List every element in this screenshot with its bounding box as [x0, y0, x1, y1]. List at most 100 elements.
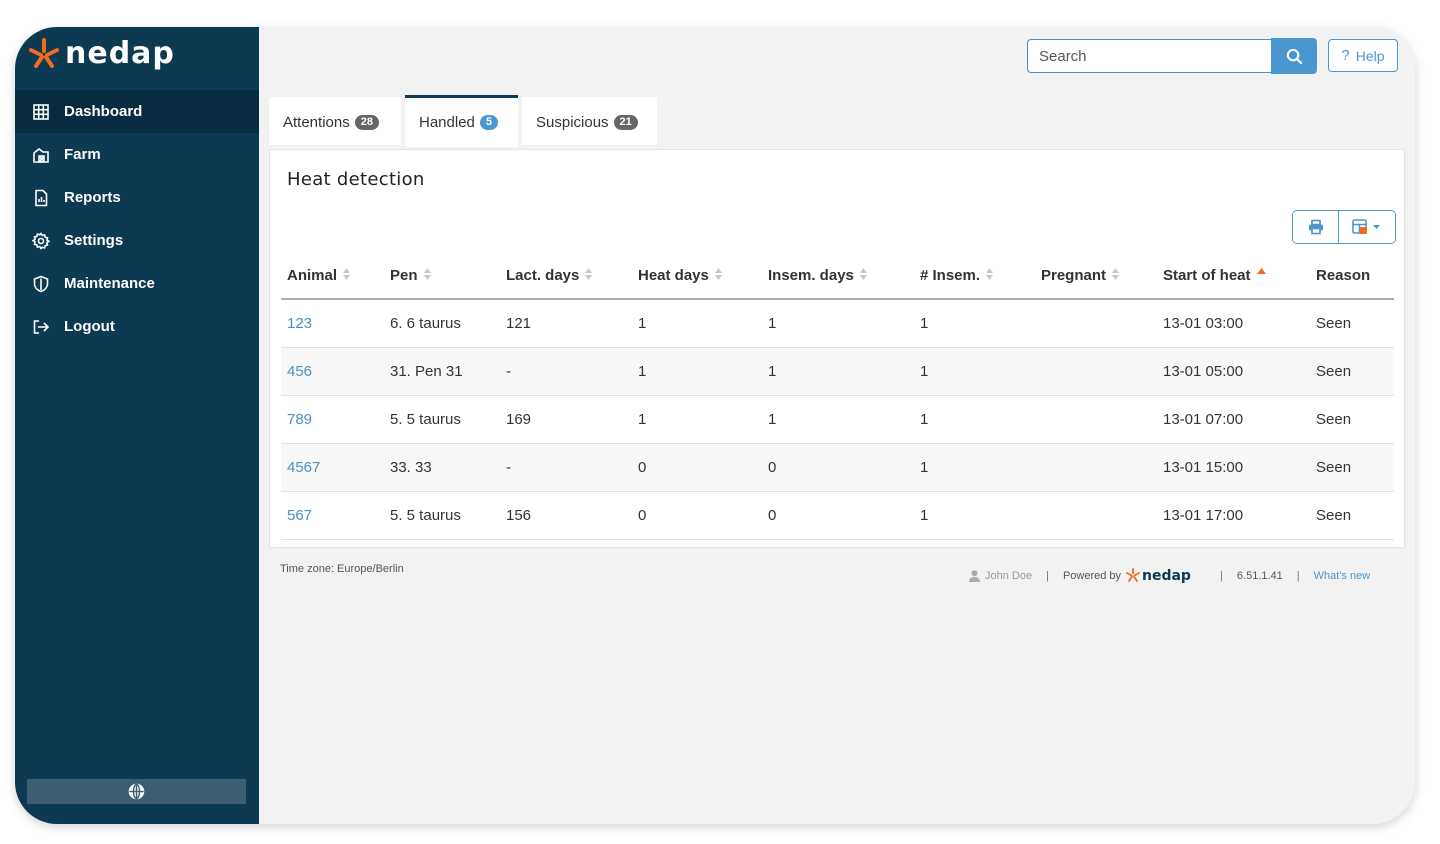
- user-info[interactable]: John Doe: [969, 570, 1032, 582]
- print-button[interactable]: [1293, 211, 1338, 243]
- cell-reason: Seen: [1310, 395, 1394, 444]
- sidebar-item-maintenance[interactable]: Maintenance: [15, 262, 259, 305]
- powered-by: Powered by nedap: [1063, 568, 1206, 584]
- cell-reason: Seen: [1310, 443, 1394, 492]
- sidebar-item-dashboard[interactable]: Dashboard: [15, 90, 259, 133]
- gear-icon: [32, 231, 50, 250]
- sidebar-item-farm[interactable]: Farm: [15, 133, 259, 176]
- table-tools: [1292, 210, 1396, 244]
- cell-heat-days: 1: [632, 347, 762, 396]
- whats-new-link[interactable]: What's new: [1314, 570, 1371, 582]
- cell-start-of-heat: 13-01 17:00: [1157, 491, 1310, 540]
- shield-icon: [32, 275, 50, 293]
- cell-insem-days: 0: [762, 491, 914, 540]
- tab-suspicious[interactable]: Suspicious 21: [522, 97, 657, 145]
- sort-icon: [986, 268, 994, 280]
- cell-insem-days: 1: [762, 395, 914, 444]
- help-label: Help: [1355, 47, 1385, 64]
- search-box: [1027, 38, 1317, 75]
- cell-pen: 33. 33: [384, 443, 500, 492]
- sidebar-item-label: Logout: [64, 318, 115, 335]
- cell-heat-days: 1: [632, 299, 762, 348]
- column-chooser-button[interactable]: [1338, 211, 1395, 243]
- barn-icon: [32, 146, 50, 164]
- separator: |: [1046, 570, 1049, 582]
- cell-pregnant: [1035, 299, 1157, 348]
- cell-pen: 5. 5 taurus: [384, 395, 500, 444]
- cell-pregnant: [1035, 491, 1157, 540]
- sidebar-item-settings[interactable]: Settings: [15, 219, 259, 262]
- animal-link[interactable]: 456: [287, 363, 312, 380]
- search-icon: [1286, 48, 1302, 64]
- help-button[interactable]: ? Help: [1328, 39, 1398, 72]
- sidebar-item-label: Maintenance: [64, 275, 155, 292]
- sort-icon: [1112, 268, 1120, 280]
- cell-start-of-heat: 13-01 03:00: [1157, 299, 1310, 348]
- cell-insem-count: 1: [914, 491, 1035, 540]
- cell-lact-days: -: [500, 347, 632, 396]
- sort-icon: [714, 268, 722, 280]
- column-header-pen[interactable]: Pen: [384, 253, 500, 300]
- tab-label: Attentions: [283, 114, 350, 131]
- heat-detection-panel: Heat detection Animal Pen Lact. days Hea…: [269, 149, 1405, 548]
- question-icon: ?: [1341, 47, 1350, 64]
- cell-lact-days: 156: [500, 491, 632, 540]
- column-header-insem-count[interactable]: # Insem.: [914, 253, 1035, 300]
- column-header-start-of-heat[interactable]: Start of heat: [1157, 253, 1310, 300]
- cell-pregnant: [1035, 443, 1157, 492]
- search-button[interactable]: [1271, 38, 1317, 74]
- cell-animal: 567: [281, 491, 384, 540]
- cell-reason: Seen: [1310, 491, 1394, 540]
- cell-animal: 4567: [281, 443, 384, 492]
- cell-reason: Seen: [1310, 347, 1394, 396]
- column-header-lact-days[interactable]: Lact. days: [500, 253, 632, 300]
- columns-dropdown-icon: [1352, 219, 1380, 234]
- sort-icon: [343, 268, 351, 280]
- sidebar-item-logout[interactable]: Logout: [15, 305, 259, 348]
- cell-insem-days: 0: [762, 443, 914, 492]
- cell-insem-count: 1: [914, 299, 1035, 348]
- svg-text:nedap: nedap: [65, 37, 175, 71]
- main-content: ? Help Attentions 28 Handled 5 Suspiciou…: [259, 27, 1415, 824]
- column-header-pregnant[interactable]: Pregnant: [1035, 253, 1157, 300]
- logo[interactable]: nedap: [15, 27, 259, 89]
- cell-heat-days: 0: [632, 443, 762, 492]
- tab-handled[interactable]: Handled 5: [405, 95, 518, 147]
- search-input[interactable]: [1027, 39, 1271, 73]
- tab-bar: Attentions 28 Handled 5 Suspicious 21: [269, 95, 661, 147]
- printer-icon: [1308, 219, 1323, 235]
- cell-heat-days: 1: [632, 395, 762, 444]
- user-name: John Doe: [985, 570, 1033, 582]
- column-header-insem-days[interactable]: Insem. days: [762, 253, 914, 300]
- footer: John Doe | Powered by nedap | 6.51.1.41 …: [969, 568, 1394, 584]
- sidebar-item-label: Settings: [64, 232, 124, 249]
- cell-pen: 6. 6 taurus: [384, 299, 500, 348]
- animal-link[interactable]: 123: [287, 315, 312, 332]
- sidebar-item-reports[interactable]: Reports: [15, 176, 259, 219]
- nedap-logo: nedap: [29, 37, 175, 71]
- cell-insem-days: 1: [762, 347, 914, 396]
- animal-link[interactable]: 789: [287, 411, 312, 428]
- table-header-row: Animal Pen Lact. days Heat days Insem. d…: [281, 253, 1394, 300]
- globe-icon: [128, 783, 145, 800]
- cell-animal: 789: [281, 395, 384, 444]
- cell-start-of-heat: 13-01 07:00: [1157, 395, 1310, 444]
- timezone-label: Time zone: Europe/Berlin: [280, 563, 404, 575]
- powered-by-label: Powered by: [1062, 570, 1122, 582]
- svg-text:nedap: nedap: [1142, 568, 1191, 584]
- animal-link[interactable]: 4567: [287, 459, 320, 476]
- separator: |: [1296, 570, 1300, 582]
- tab-label: Suspicious: [536, 114, 609, 131]
- cell-insem-count: 1: [914, 443, 1035, 492]
- language-selector[interactable]: [27, 779, 246, 804]
- count-badge: 21: [613, 115, 638, 130]
- cell-start-of-heat: 13-01 15:00: [1157, 443, 1310, 492]
- cell-lact-days: -: [500, 443, 632, 492]
- column-header-animal[interactable]: Animal: [281, 253, 384, 300]
- grid-icon: [32, 103, 50, 121]
- column-header-heat-days[interactable]: Heat days: [632, 253, 762, 300]
- animal-link[interactable]: 567: [287, 507, 312, 524]
- tab-attentions[interactable]: Attentions 28: [269, 97, 401, 145]
- column-header-reason[interactable]: Reason: [1310, 253, 1394, 300]
- table-row: 567 5. 5 taurus 156 0 0 1 13-01 17:00 Se…: [281, 491, 1394, 540]
